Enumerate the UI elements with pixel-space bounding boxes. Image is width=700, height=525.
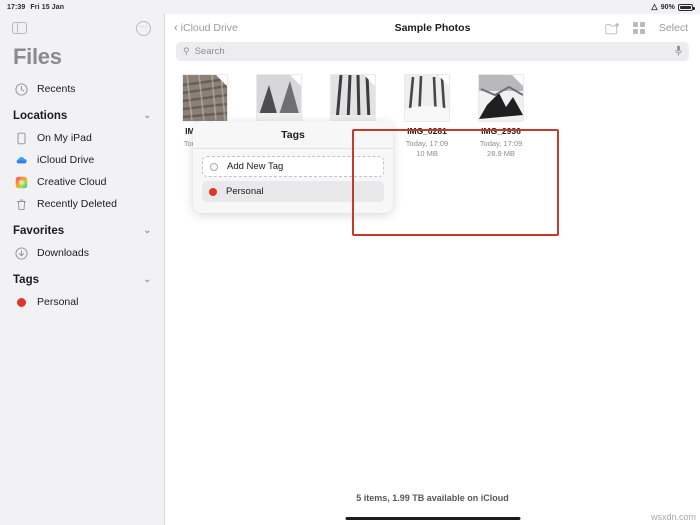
tags-popover: Tags Add New Tag Personal xyxy=(193,121,393,213)
sidebar-item-label: Personal xyxy=(37,296,79,308)
file-thumbnail[interactable] xyxy=(183,75,227,121)
sidebar-item-icloud-drive[interactable]: iCloud Drive xyxy=(0,149,164,171)
tag-dot-icon xyxy=(209,187,217,196)
file-item[interactable]: IMG_2936 Today, 17:09 28.9 MB xyxy=(477,75,525,160)
more-ellipsis-icon[interactable]: ⋯ xyxy=(136,20,151,36)
home-indicator[interactable] xyxy=(345,516,520,520)
sidebar-item-label: On My iPad xyxy=(37,132,92,144)
main-pane: ‹ iCloud Drive Sample Photos Select ⚲ Se… xyxy=(165,14,700,525)
file-meta: Today, 17:09 10 MB xyxy=(405,138,449,159)
main-toolbar: ‹ iCloud Drive Sample Photos Select xyxy=(165,14,700,42)
sidebar-item-label: iCloud Drive xyxy=(37,154,95,166)
sidebar-section-tags[interactable]: Tags ⌄ xyxy=(0,264,164,291)
watermark: wsxdn.com xyxy=(650,512,696,522)
sidebar-toggle-icon[interactable] xyxy=(12,21,27,35)
sidebar-section-locations[interactable]: Locations ⌄ xyxy=(0,100,164,127)
search-input[interactable] xyxy=(194,46,670,57)
grid-view-icon[interactable] xyxy=(632,22,645,34)
icloud-icon xyxy=(15,154,28,167)
storage-status: 5 items, 1.99 TB available on iCloud xyxy=(356,493,509,503)
ipad-files-app: 17:39 Fri 15 Jan △ 90% ⋯ Files Recents L… xyxy=(0,0,700,525)
sidebar: ⋯ Files Recents Locations ⌄ On My iPad i… xyxy=(0,14,165,525)
file-name: IMG_2936 xyxy=(481,126,521,136)
sidebar-item-creative-cloud[interactable]: Creative Cloud xyxy=(0,171,164,193)
sidebar-item-on-my-ipad[interactable]: On My iPad xyxy=(0,127,164,149)
clock-icon xyxy=(15,82,28,96)
add-new-tag-button[interactable]: Add New Tag xyxy=(202,156,384,177)
sidebar-item-label: Recently Deleted xyxy=(37,198,117,210)
file-thumbnail[interactable] xyxy=(479,75,523,121)
status-bar: 17:39 Fri 15 Jan △ 90% xyxy=(0,0,700,14)
wifi-icon: △ xyxy=(651,2,658,11)
chevron-down-icon[interactable]: ⌄ xyxy=(143,225,151,236)
sidebar-item-downloads[interactable]: Downloads xyxy=(0,242,164,264)
chevron-left-icon: ‹ xyxy=(174,21,178,34)
section-title: Tags xyxy=(13,274,39,286)
status-date: Fri 15 Jan xyxy=(30,3,65,11)
section-title: Favorites xyxy=(13,225,65,237)
file-meta: Today, 17:09 28.9 MB xyxy=(479,138,523,159)
ipad-icon xyxy=(15,132,28,145)
tag-dot-icon xyxy=(15,296,28,309)
search-icon: ⚲ xyxy=(183,46,190,56)
tag-option-personal[interactable]: Personal xyxy=(202,181,384,202)
empty-circle-icon xyxy=(210,162,218,171)
chevron-down-icon[interactable]: ⌄ xyxy=(143,274,151,285)
sidebar-item-label: Recents xyxy=(37,83,76,95)
section-title: Locations xyxy=(13,110,68,122)
trash-icon xyxy=(15,198,28,211)
back-button-label: iCloud Drive xyxy=(180,22,238,34)
back-button[interactable]: ‹ iCloud Drive xyxy=(174,22,238,34)
status-time: 17:39 xyxy=(7,3,26,11)
sidebar-item-recents[interactable]: Recents xyxy=(0,78,164,100)
popover-title: Tags xyxy=(193,121,393,149)
select-button[interactable]: Select xyxy=(659,22,688,34)
file-item[interactable]: IMG_0281 Today, 17:09 10 MB xyxy=(403,75,451,160)
page-title: Files xyxy=(13,44,62,69)
search-bar-wrapper: ⚲ xyxy=(165,42,700,67)
file-thumbnail[interactable] xyxy=(257,75,301,121)
add-new-tag-label: Add New Tag xyxy=(227,161,284,172)
battery-icon xyxy=(678,3,695,11)
download-circle-icon xyxy=(15,246,28,260)
sidebar-item-label: Downloads xyxy=(37,247,89,259)
file-name: IMG_0281 xyxy=(407,126,447,136)
sidebar-item-label: Creative Cloud xyxy=(37,176,107,188)
tag-option-label: Personal xyxy=(226,186,264,197)
search-bar[interactable]: ⚲ xyxy=(176,42,689,61)
chevron-down-icon[interactable]: ⌄ xyxy=(143,110,151,121)
new-folder-icon[interactable] xyxy=(605,22,619,35)
creative-cloud-icon xyxy=(15,176,28,189)
file-thumbnail[interactable] xyxy=(405,75,449,121)
sidebar-item-recently-deleted[interactable]: Recently Deleted xyxy=(0,193,164,215)
sidebar-section-favorites[interactable]: Favorites ⌄ xyxy=(0,215,164,242)
microphone-icon[interactable] xyxy=(675,43,682,61)
sidebar-item-tag-personal[interactable]: Personal xyxy=(0,291,164,313)
battery-percent: 90% xyxy=(660,3,675,11)
sidebar-toolbar: ⋯ xyxy=(0,14,164,42)
file-thumbnail[interactable] xyxy=(331,75,375,121)
